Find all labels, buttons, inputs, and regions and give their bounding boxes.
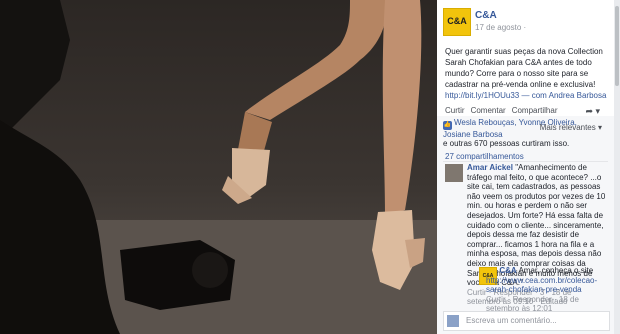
comment-placeholder: Escreva um comentário...: [466, 316, 557, 325]
like-button[interactable]: Curtir: [445, 106, 465, 115]
comment-input[interactable]: Escreva um comentário...: [443, 311, 610, 331]
thumb-up-icon: 👍: [443, 121, 452, 130]
logo-text: C&A: [447, 16, 467, 26]
post-side-panel: C&A C&A 17 de agosto · Quer garantir sua…: [437, 0, 614, 334]
photo-viewer: C&A C&A 17 de agosto · Quer garantir sua…: [0, 0, 620, 334]
reply-link[interactable]: http://www.cea.com.br/colecao-sarah-chof…: [486, 276, 597, 295]
photo-illustration: [0, 0, 437, 334]
user-avatar: [447, 315, 459, 327]
share-button[interactable]: Compartilhar: [512, 106, 558, 115]
page-avatar[interactable]: C&A: [443, 8, 471, 36]
scrollbar[interactable]: [614, 0, 620, 334]
likers-2[interactable]: Josiane Barbosa: [443, 130, 503, 139]
shares-count[interactable]: 27 compartilhamentos: [445, 152, 524, 161]
post-photo[interactable]: [0, 0, 437, 334]
reply-comment: C&A Amar, conheça o site http://www.cea.…: [486, 266, 610, 314]
caption-text: Quer garantir suas peças da nova Collect…: [445, 47, 603, 89]
reply-text: Amar, conheça o site: [516, 266, 594, 275]
caption-with[interactable]: — com Andrea Barbosa: [519, 91, 606, 100]
reply-author[interactable]: C&A: [499, 266, 516, 275]
scroll-thumb[interactable]: [615, 6, 619, 86]
page-name-link[interactable]: C&A: [475, 10, 497, 21]
post-header: C&A C&A 17 de agosto ·: [443, 8, 608, 38]
post-date[interactable]: 17 de agosto ·: [475, 23, 526, 32]
comment-button[interactable]: Comentar: [471, 106, 506, 115]
comment-author[interactable]: Amar Aickel: [467, 163, 513, 172]
sort-dropdown[interactable]: Mais relevantes ▾: [540, 123, 602, 132]
likes-others[interactable]: e outras 670 pessoas curtiram isso.: [443, 139, 569, 148]
post-caption: Quer garantir suas peças da nova Collect…: [445, 46, 610, 101]
caption-link[interactable]: http://bit.ly/1HOUu33: [445, 91, 519, 100]
commenter-avatar[interactable]: [445, 164, 463, 182]
divider: [443, 161, 608, 162]
